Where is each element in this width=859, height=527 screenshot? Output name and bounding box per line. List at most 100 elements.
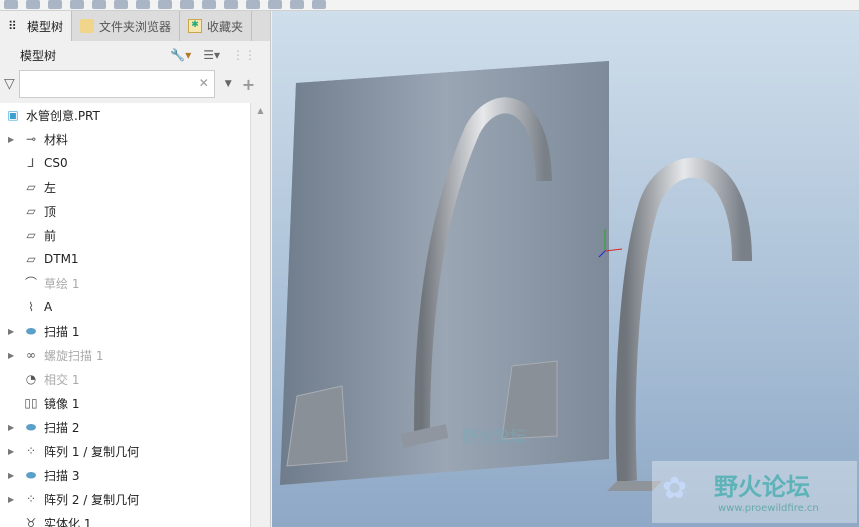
plane-icon: ▱ (26, 228, 36, 242)
tree-header: 模型树 🔧▾ ☰▾ ⋮⋮ (20, 48, 256, 63)
tree-item-label: 阵列 1 / 复制几何 (44, 444, 140, 459)
tree-item[interactable]: ⌇ A (0, 295, 250, 319)
redo-icon[interactable] (114, 0, 128, 9)
tree-item[interactable]: ♉ 实体化 1 (0, 511, 250, 527)
list-icon[interactable] (136, 0, 150, 9)
tab-favorites[interactable]: ✱ 收藏夹 (180, 11, 253, 41)
favorites-icon: ✱ (188, 19, 203, 33)
expand-arrow-icon[interactable]: ▶ (0, 327, 14, 336)
window-icon[interactable] (202, 0, 216, 9)
add-icon[interactable]: + (242, 75, 255, 94)
expand-arrow-icon[interactable]: ▶ (0, 423, 14, 432)
scroll-up-icon[interactable]: ▲ (251, 103, 270, 119)
regenerate-icon[interactable] (158, 0, 172, 9)
tree-item-label: 左 (44, 180, 57, 195)
tree-item-label: 镜像 1 (44, 396, 80, 411)
view-icon[interactable] (180, 0, 194, 9)
tree-item[interactable]: ▶ ⊸ 材料 (0, 127, 250, 151)
expand-arrow-icon[interactable]: ▶ (0, 471, 14, 480)
expand-arrow-icon[interactable]: ▶ (0, 351, 14, 360)
3d-faucet-model (607, 157, 752, 491)
tree-item[interactable]: ▶ ⁘ 阵列 1 / 复制几何 (0, 439, 250, 463)
undo-icon[interactable] (92, 0, 106, 9)
tree-item[interactable]: ▶ ⬬ 扫描 2 (0, 415, 250, 439)
tree-item[interactable]: ▶ ⬬ 扫描 1 (0, 319, 250, 343)
tree-item[interactable]: ▱ 左 (0, 175, 250, 199)
tab-folder-browser[interactable]: 文件夹浏览器 (72, 11, 181, 41)
filter-icon: ▽ (4, 76, 15, 92)
graphics-viewport[interactable]: ✿ 野火论坛 www.proewildfire.cn 野火论坛 (272, 11, 859, 527)
expand-arrow-icon[interactable]: ▶ (0, 135, 14, 144)
tree-item[interactable]: ▣ 水管创意.PRT (0, 103, 250, 127)
display-icon[interactable] (246, 0, 260, 9)
tree-item-label: A (44, 300, 53, 314)
folder-icon (80, 19, 95, 33)
material-icon: ⊸ (25, 132, 37, 146)
tree-item[interactable]: ▱ DTM1 (0, 247, 250, 271)
save-icon[interactable] (48, 0, 62, 9)
watermark-logo-icon: ✿ (662, 471, 688, 506)
graph-icon: ⌇ (28, 300, 34, 314)
mirror-icon: ▯▯ (24, 396, 38, 410)
tree-item[interactable]: ⌒ 草绘 1 (0, 271, 250, 295)
tree-item[interactable]: ▱ 顶 (0, 199, 250, 223)
tree-item-label: 扫描 1 (44, 324, 80, 339)
tree-scrollbar[interactable]: ▲ (250, 103, 270, 527)
tree-item[interactable]: ▶ ⬬ 扫描 3 (0, 463, 250, 487)
sweep-icon: ⬬ (25, 420, 37, 434)
open-icon[interactable] (26, 0, 40, 9)
tree-item-label: DTM1 (44, 252, 79, 266)
sweep-icon: ⬬ (25, 468, 37, 482)
navigator-tabs: ⠿ 模型树 文件夹浏览器 ✱ 收藏夹 (0, 11, 270, 41)
view-cube-icon[interactable] (224, 0, 238, 9)
sweep-icon: ⬬ (25, 324, 37, 338)
filter-bar: ▽ ✕ ▼ + (0, 69, 270, 99)
tree-item[interactable]: ⅃ CS0 (0, 151, 250, 175)
tree-item-label: 阵列 2 / 复制几何 (44, 492, 140, 507)
pattern-icon: ⁘ (25, 492, 37, 506)
pattern-icon: ⁘ (25, 444, 37, 458)
tree-item-label: 扫描 2 (44, 420, 80, 435)
tree-item[interactable]: ▱ 前 (0, 223, 250, 247)
tree-filter-icon[interactable]: ⋮⋮ (232, 48, 256, 62)
settings-tools-icon[interactable]: 🔧▾ (170, 48, 191, 62)
watermark: ✿ 野火论坛 www.proewildfire.cn (652, 461, 857, 523)
tree-item-label: 材料 (44, 132, 69, 147)
tree-item-label: 水管创意.PRT (26, 108, 100, 123)
tree-item-label: 实体化 1 (44, 516, 92, 527)
layout-icon[interactable] (290, 0, 304, 9)
plane-icon: ▱ (26, 252, 36, 266)
tree-item[interactable]: ▯▯ 镜像 1 (0, 391, 250, 415)
tree-item[interactable]: ▶ ∞ 螺旋扫描 1 (0, 343, 250, 367)
intersect-icon: ◔ (25, 372, 37, 386)
photo-watermark: 野火论坛 (462, 427, 527, 446)
tree-item-label: 螺旋扫描 1 (44, 348, 104, 363)
print-icon[interactable] (70, 0, 84, 9)
dropdown-icon[interactable]: ▼ (225, 79, 232, 89)
model-tree-icon: ⠿ (8, 19, 17, 33)
measure-icon[interactable] (268, 0, 282, 9)
tree-item-label: 扫描 3 (44, 468, 80, 483)
new-icon[interactable] (4, 0, 18, 9)
plane-icon: ▱ (26, 204, 36, 218)
tree-item[interactable]: ◔ 相交 1 (0, 367, 250, 391)
model-tree: ▣ 水管创意.PRT ▶ ⊸ 材料 ⅃ CS0 ▱ 左 ▱ 顶 ▱ 前 ▱ DTM1 ⌒ 草绘 1 ⌇ A ▶ ⬬ 扫描 … (0, 103, 250, 527)
clear-icon[interactable]: ✕ (199, 76, 209, 90)
solidify-icon: ♉ (25, 516, 37, 527)
csys-icon: ⅃ (27, 156, 35, 170)
tree-item-label: 相交 1 (44, 372, 80, 387)
expand-arrow-icon[interactable]: ▶ (0, 495, 14, 504)
tab-model-tree[interactable]: ⠿ 模型树 (0, 11, 73, 41)
tree-item-label: 前 (44, 228, 57, 243)
close-window-icon[interactable] (312, 0, 326, 9)
plane-icon: ▱ (26, 180, 36, 194)
tree-item-label: 顶 (44, 204, 57, 219)
expand-arrow-icon[interactable]: ▶ (0, 447, 14, 456)
tree-item[interactable]: ▶ ⁘ 阵列 2 / 复制几何 (0, 487, 250, 511)
navigator-panel: ⠿ 模型树 文件夹浏览器 ✱ 收藏夹 模型树 🔧▾ ☰▾ ⋮⋮ ▽ ✕ ▼ + ▣ 水… (0, 11, 271, 527)
show-columns-icon[interactable]: ☰▾ (203, 48, 220, 62)
tree-item-label: CS0 (44, 156, 68, 170)
tree-search-input[interactable] (18, 70, 215, 98)
sketch-icon: ⌒ (24, 276, 37, 290)
part-icon: ▣ (7, 108, 19, 122)
